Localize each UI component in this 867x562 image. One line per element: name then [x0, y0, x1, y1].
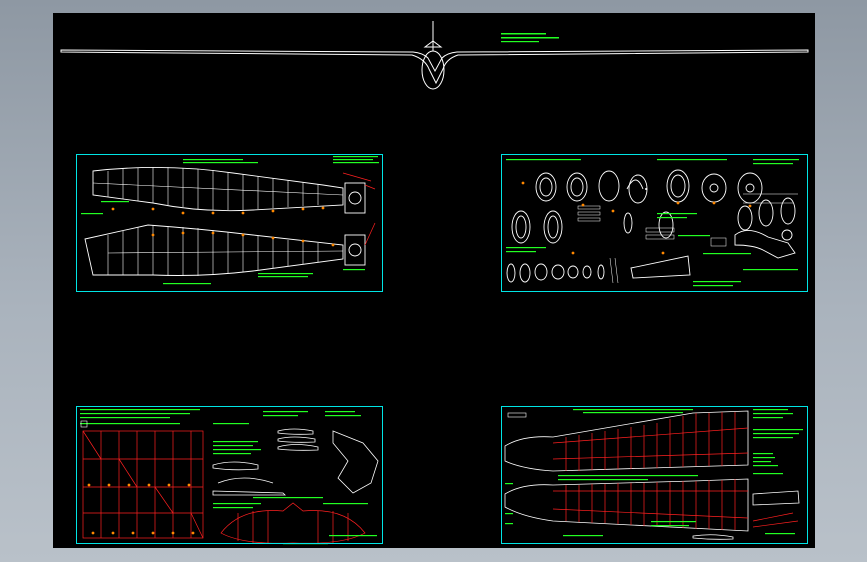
glider-note — [501, 33, 559, 43]
glider-planform-icon — [60, 21, 809, 90]
sheet-border-wing-planform — [76, 154, 383, 292]
sheet-border-wing-panels — [501, 406, 808, 544]
sheet-border-fuselage-formers — [501, 154, 808, 292]
cad-viewport[interactable] — [53, 13, 815, 548]
sheet-border-tail-assembly — [76, 406, 383, 544]
